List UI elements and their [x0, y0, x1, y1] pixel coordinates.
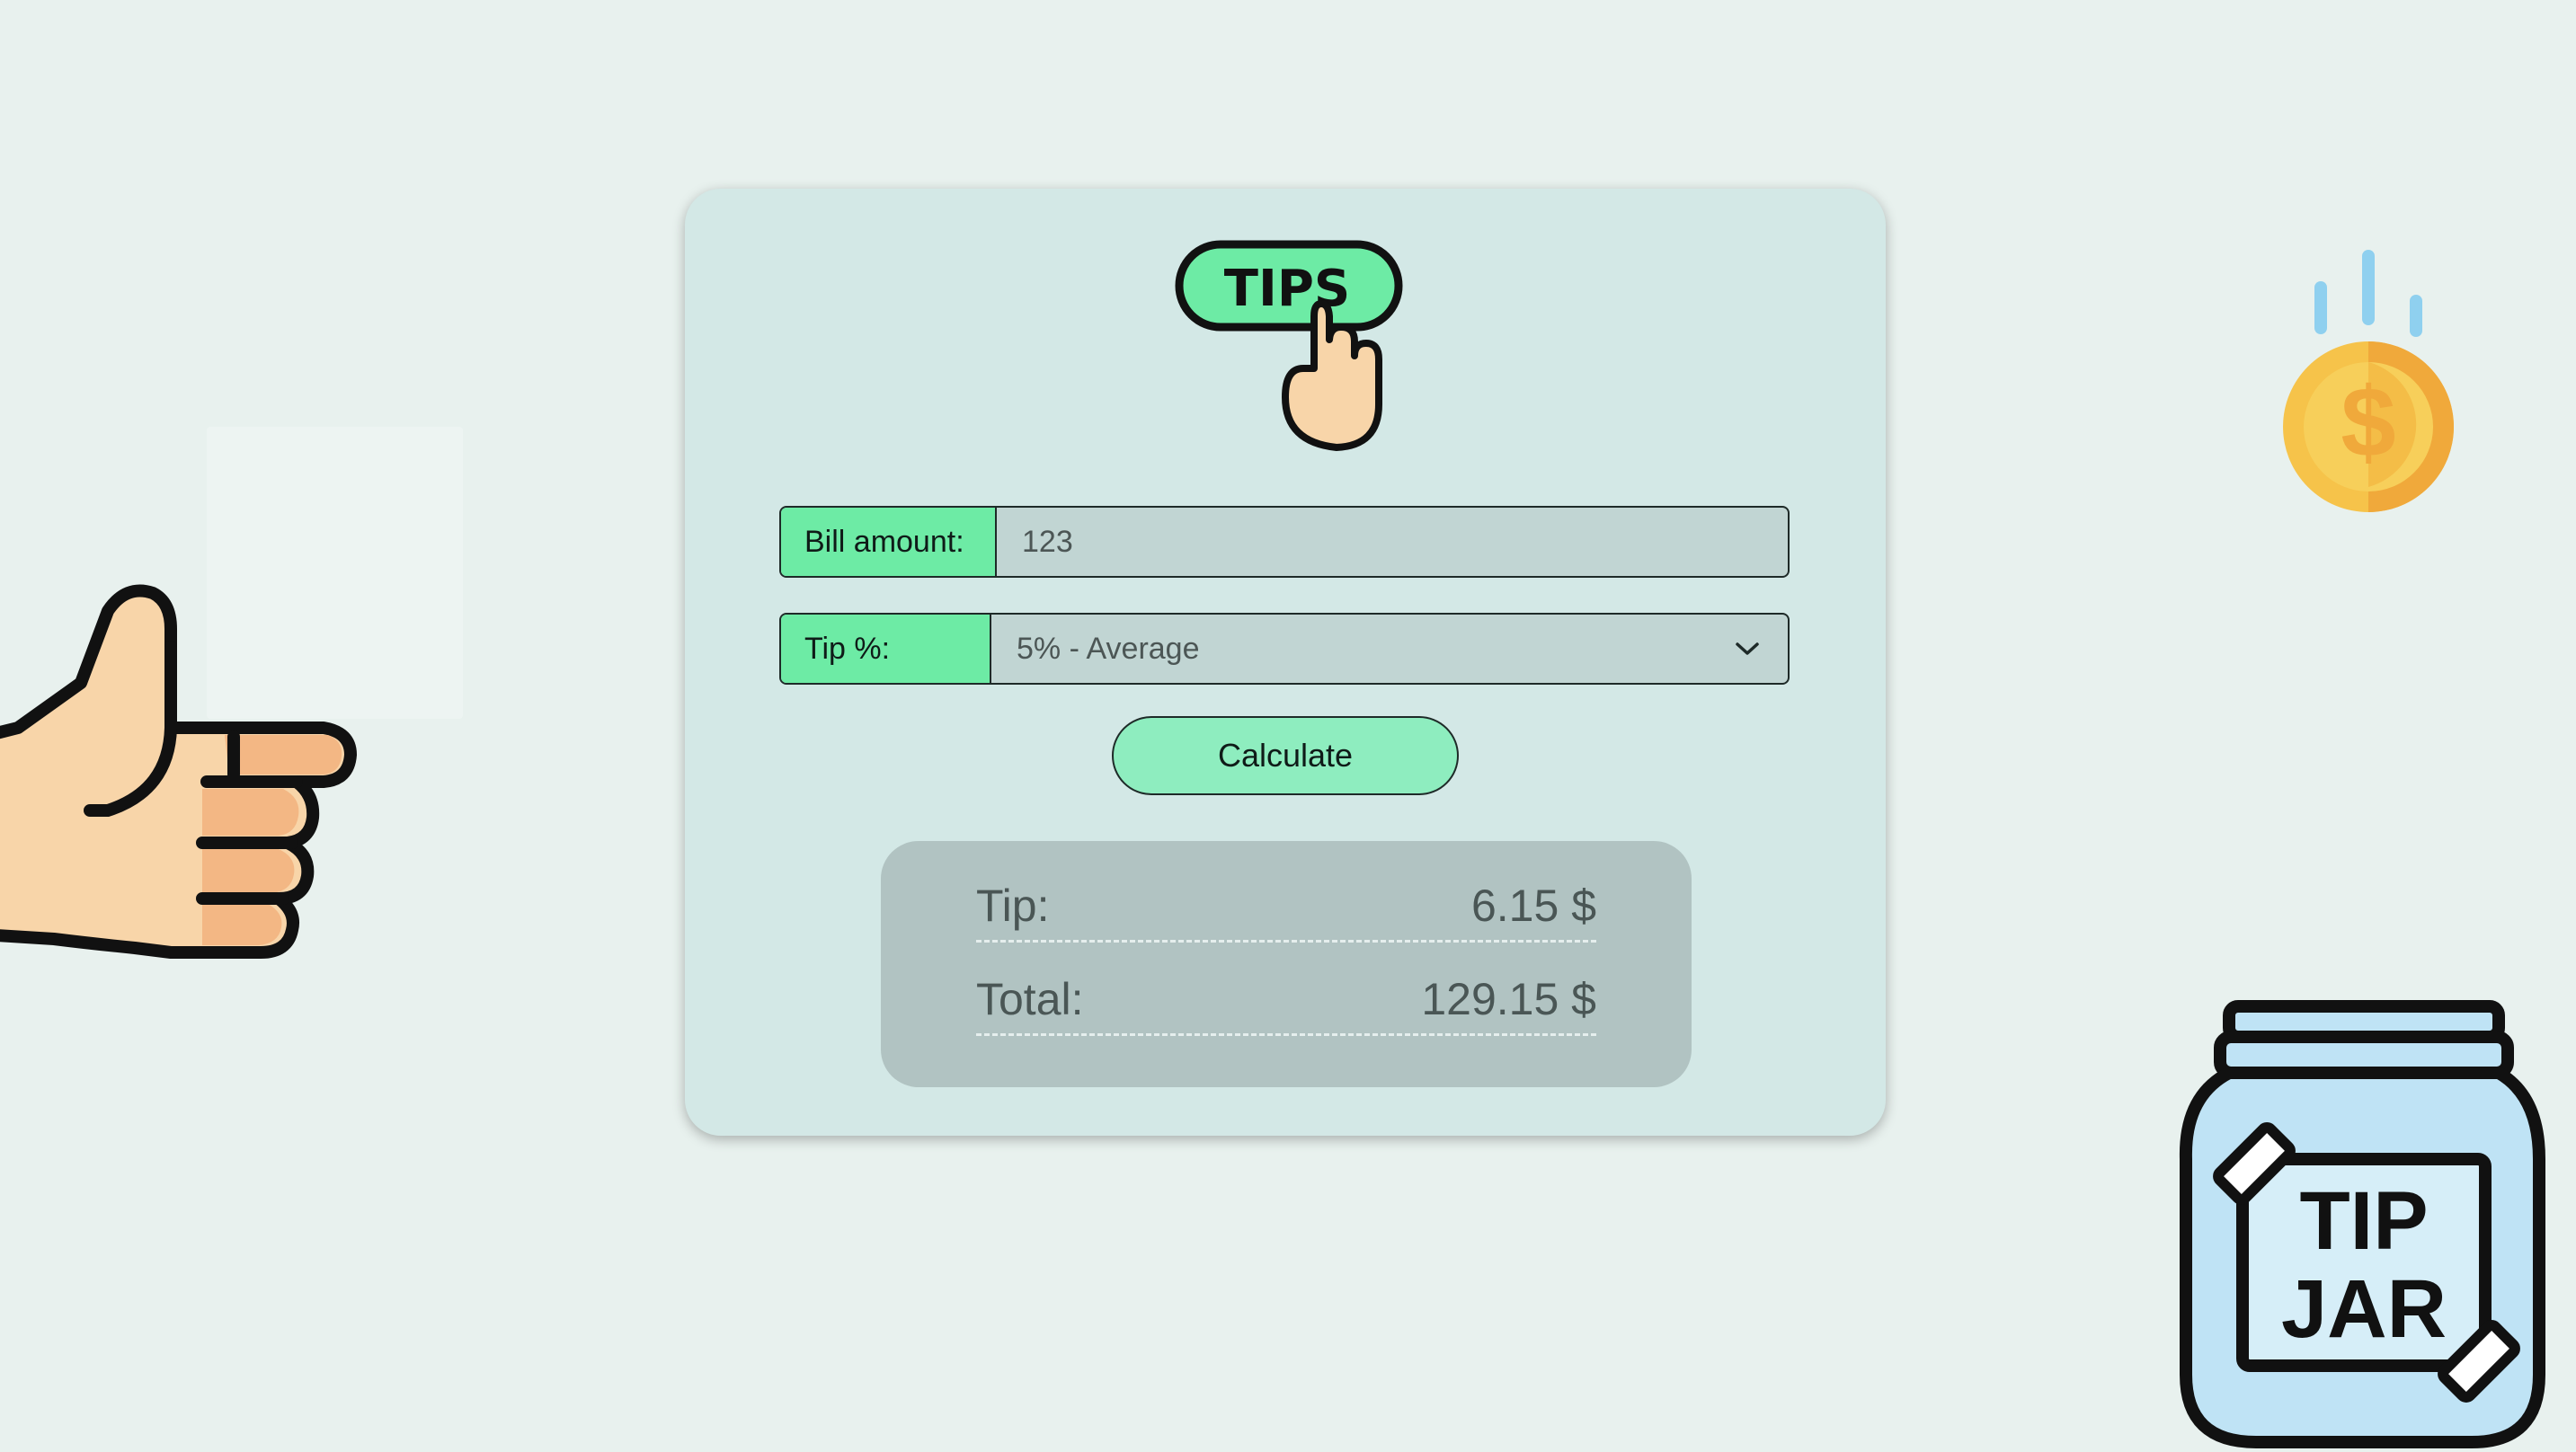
tip-result-value: 6.15 $: [1470, 881, 1596, 931]
tip-percent-select[interactable]: 5% - Average: [991, 615, 1707, 683]
jar-label-line2: JAR: [2281, 1263, 2447, 1355]
bill-amount-input[interactable]: 123: [997, 508, 1788, 576]
jar-label-line1: TIP: [2299, 1175, 2428, 1267]
chevron-down-icon[interactable]: [1707, 615, 1788, 683]
total-result-row: Total: 129.15 $: [976, 965, 1596, 1036]
pointing-thumbs-up-icon: [0, 584, 357, 959]
svg-text:$: $: [2341, 367, 2395, 478]
bill-amount-label: Bill amount:: [781, 508, 997, 576]
tip-percent-label: Tip %:: [781, 615, 991, 683]
tip-result-label: Tip:: [976, 881, 1050, 931]
total-result-label: Total:: [976, 974, 1084, 1024]
tip-percent-field: Tip %: 5% - Average: [779, 613, 1790, 685]
total-result-value: 129.15 $: [1421, 974, 1596, 1024]
falling-coin-icon: $: [2283, 250, 2454, 512]
bill-amount-field: Bill amount: 123: [779, 506, 1790, 578]
results-panel: Tip: 6.15 $ Total: 129.15 $: [881, 841, 1692, 1087]
calculate-button[interactable]: Calculate: [1112, 716, 1459, 795]
tip-result-row: Tip: 6.15 $: [976, 872, 1596, 943]
tips-button-hand-icon: TIPS: [1175, 240, 1403, 451]
tip-calculator-card: TIPS Bill amount: 123 Tip %: 5% - Averag…: [685, 189, 1886, 1136]
tip-jar-icon: TIP JAR: [2179, 1000, 2545, 1448]
